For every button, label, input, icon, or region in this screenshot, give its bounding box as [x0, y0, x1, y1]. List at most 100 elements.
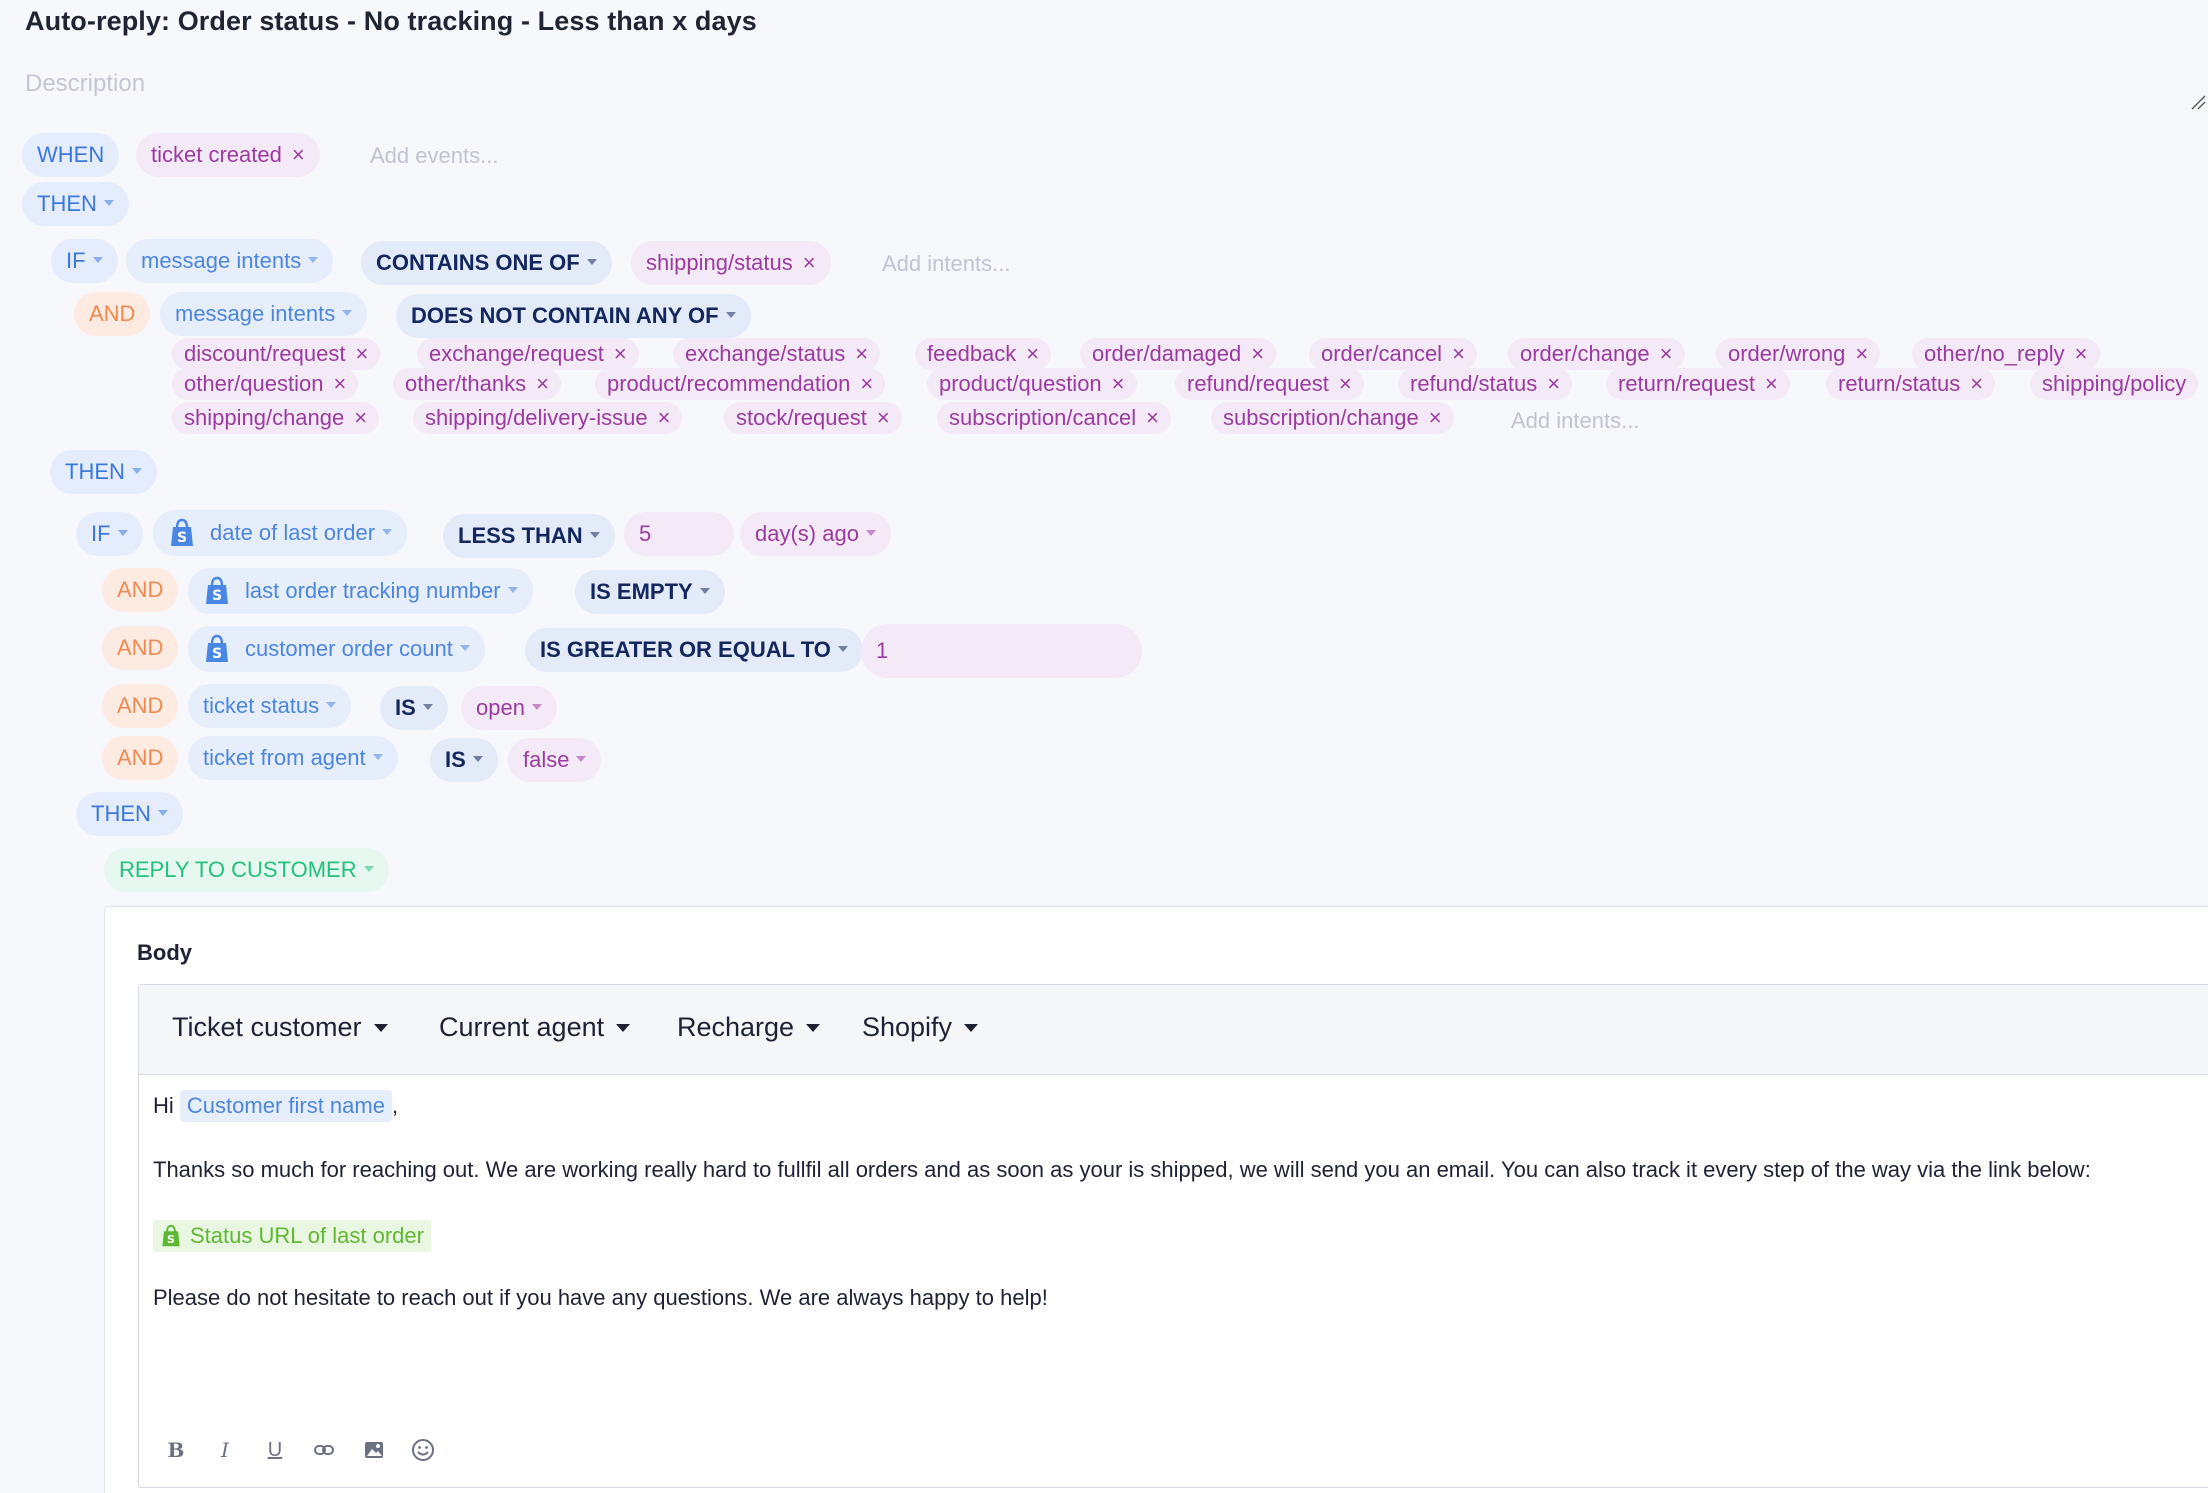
intent-tag: other/thanks × — [393, 368, 561, 400]
remove-icon[interactable]: × — [855, 341, 868, 367]
add-intents-input[interactable]: Add intents... — [882, 251, 1010, 277]
remove-icon[interactable]: × — [333, 371, 346, 397]
shopify-menu[interactable]: Shopify — [862, 1012, 978, 1043]
value-input[interactable]: 1 — [861, 624, 1142, 678]
operator-dropdown[interactable]: IS EMPTY — [575, 570, 725, 614]
event-tag: ticket created × — [136, 133, 320, 177]
operator-dropdown[interactable]: CONTAINS ONE OF — [361, 241, 612, 285]
remove-icon[interactable]: × — [1660, 341, 1673, 367]
remove-icon[interactable]: × — [1146, 405, 1159, 431]
svg-text:S: S — [212, 588, 222, 604]
resize-handle-icon[interactable] — [2190, 94, 2206, 110]
remove-icon[interactable]: × — [354, 405, 367, 431]
operator-dropdown[interactable]: IS GREATER OR EQUAL TO — [525, 628, 863, 672]
intent-tag: return/request × — [1606, 368, 1790, 400]
paragraph-2[interactable]: Please do not hesitate to reach out if y… — [153, 1285, 1048, 1311]
link-line[interactable]: S Status URL of last order — [153, 1220, 431, 1254]
then-dropdown[interactable]: THEN — [76, 792, 183, 836]
description-field[interactable]: Description — [25, 70, 145, 98]
shopify-icon: S — [162, 1224, 180, 1247]
link-icon[interactable] — [311, 1437, 337, 1463]
remove-icon[interactable]: × — [877, 405, 890, 431]
operator-dropdown[interactable]: IS — [430, 738, 498, 782]
if-dropdown[interactable]: IF — [76, 512, 143, 556]
value-input[interactable]: 5 — [624, 512, 734, 556]
and-keyword: AND — [74, 292, 151, 336]
field-dropdown[interactable]: S last order tracking number — [188, 568, 533, 614]
remove-icon[interactable]: × — [1429, 405, 1442, 431]
and-keyword: AND — [102, 626, 179, 670]
remove-icon[interactable]: × — [355, 341, 368, 367]
remove-icon[interactable]: × — [1339, 371, 1352, 397]
intent-tag: order/damaged × — [1080, 338, 1277, 370]
and-keyword: AND — [102, 736, 179, 780]
remove-icon[interactable]: × — [2075, 341, 2088, 367]
intent-tag: product/recommendation × — [595, 368, 886, 400]
current-agent-menu[interactable]: Current agent — [439, 1012, 630, 1043]
remove-icon[interactable]: × — [536, 371, 549, 397]
operator-dropdown[interactable]: IS — [380, 686, 448, 730]
if-dropdown[interactable]: IF — [51, 239, 118, 283]
shopify-icon: S — [206, 634, 228, 662]
status-url-variable[interactable]: S Status URL of last order — [153, 1220, 431, 1252]
remove-icon[interactable]: × — [1026, 341, 1039, 367]
remove-icon[interactable]: × — [658, 405, 671, 431]
unit-dropdown[interactable]: day(s) ago — [740, 512, 891, 556]
field-dropdown[interactable]: S date of last order — [153, 510, 408, 556]
intent-tag: subscription/change × — [1211, 402, 1454, 434]
body-label: Body — [137, 940, 192, 965]
image-icon[interactable] — [361, 1437, 387, 1463]
add-events-input[interactable]: Add events... — [370, 143, 498, 169]
remove-icon[interactable]: × — [860, 371, 873, 397]
svg-text:S: S — [177, 530, 187, 546]
field-dropdown[interactable]: message intents — [126, 239, 334, 283]
field-dropdown[interactable]: message intents — [160, 292, 368, 336]
intent-tag: refund/status × — [1398, 368, 1573, 400]
value-dropdown[interactable]: false — [508, 738, 602, 782]
shopify-icon: S — [171, 518, 193, 546]
remove-icon[interactable]: × — [1547, 371, 1560, 397]
field-dropdown[interactable]: ticket status — [188, 684, 352, 728]
italic-icon[interactable]: I — [212, 1437, 238, 1463]
remove-icon[interactable]: × — [292, 144, 305, 166]
value-dropdown[interactable]: open — [461, 686, 557, 730]
customer-first-name-variable[interactable]: Customer first name — [179, 1090, 392, 1122]
and-keyword: AND — [102, 684, 179, 728]
operator-dropdown[interactable]: LESS THAN — [443, 514, 615, 558]
intent-tag: exchange/request × — [417, 338, 639, 370]
paragraph-1[interactable]: Thanks so much for reaching out. We are … — [153, 1157, 2091, 1183]
shopify-icon: S — [206, 576, 228, 604]
remove-icon[interactable]: × — [803, 252, 816, 274]
add-intents-input[interactable]: Add intents... — [1511, 408, 1639, 434]
intent-tag: shipping/status × — [631, 241, 831, 285]
operator-dropdown[interactable]: DOES NOT CONTAIN ANY OF — [396, 294, 751, 338]
rule-title[interactable]: Auto-reply: Order status - No tracking -… — [25, 6, 757, 37]
underline-icon[interactable]: U — [262, 1437, 288, 1463]
field-dropdown[interactable]: ticket from agent — [188, 736, 398, 780]
intent-tag: other/no_reply × — [1912, 338, 2100, 370]
intent-tag: order/change × — [1508, 338, 1685, 370]
svg-text:S: S — [167, 1233, 175, 1246]
ticket-customer-menu[interactable]: Ticket customer — [172, 1012, 388, 1043]
recharge-menu[interactable]: Recharge — [677, 1012, 820, 1043]
remove-icon[interactable]: × — [1452, 341, 1465, 367]
emoji-icon[interactable] — [410, 1437, 436, 1463]
action-dropdown[interactable]: REPLY TO CUSTOMER — [104, 848, 389, 892]
remove-icon[interactable]: × — [1112, 371, 1125, 397]
intent-tag: discount/request × — [172, 338, 381, 370]
then-dropdown[interactable]: THEN — [50, 450, 157, 494]
intent-tag: other/question × — [172, 368, 359, 400]
svg-text:S: S — [212, 646, 222, 662]
intent-tag: return/status × — [1826, 368, 1996, 400]
remove-icon[interactable]: × — [1970, 371, 1983, 397]
intent-tag: stock/request × — [724, 402, 902, 434]
remove-icon[interactable]: × — [614, 341, 627, 367]
bold-icon[interactable]: B — [163, 1437, 189, 1463]
intent-tag: refund/request × — [1175, 368, 1364, 400]
then-dropdown[interactable]: THEN — [22, 182, 129, 226]
remove-icon[interactable]: × — [1251, 341, 1264, 367]
remove-icon[interactable]: × — [1765, 371, 1778, 397]
field-dropdown[interactable]: S customer order count — [188, 626, 485, 672]
greeting-line[interactable]: Hi Customer first name, — [153, 1090, 398, 1122]
remove-icon[interactable]: × — [1855, 341, 1868, 367]
